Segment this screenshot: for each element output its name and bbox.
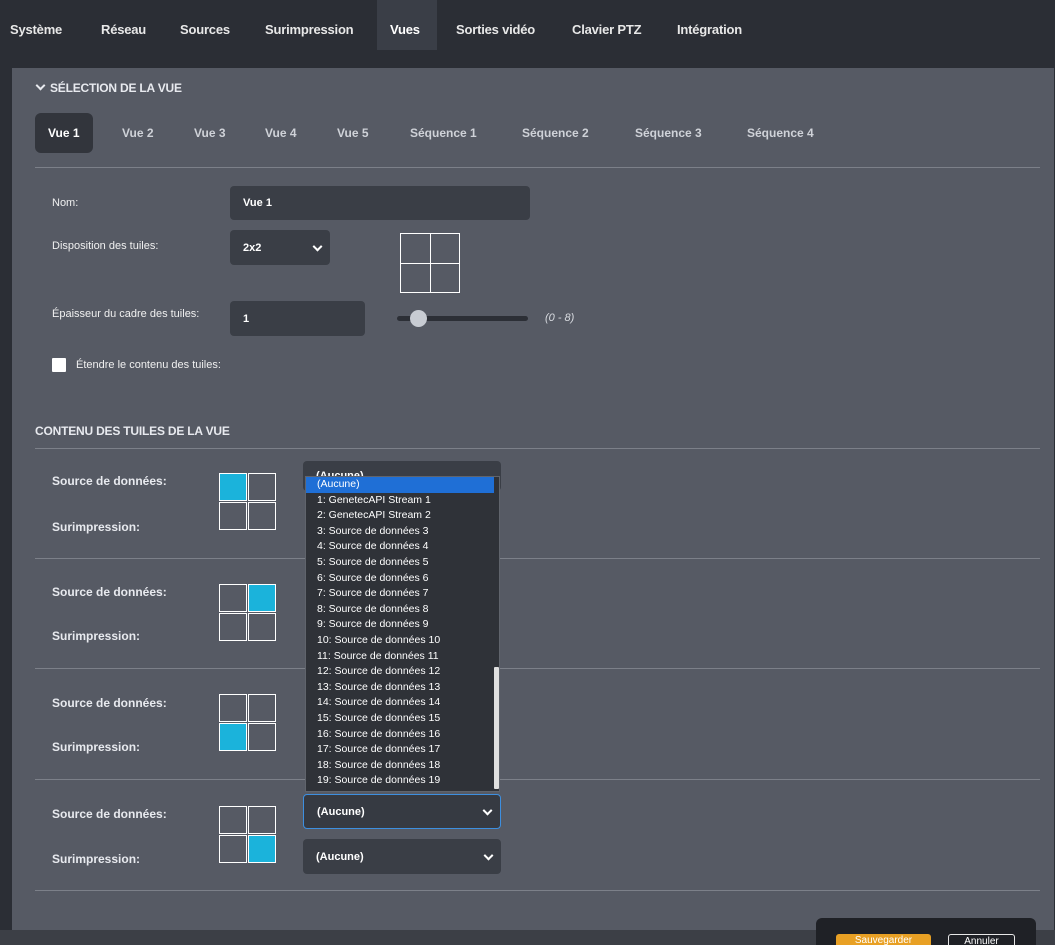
divider: [35, 779, 1040, 780]
view-tab-sequence-1[interactable]: Séquence 1: [410, 113, 477, 153]
top-navigation: Système Réseau Sources Surimpression Vue…: [0, 0, 1055, 50]
tab-clavier-ptz[interactable]: Clavier PTZ: [572, 0, 642, 50]
chevron-down-icon: [482, 805, 493, 816]
view-tab-sequence-2[interactable]: Séquence 2: [522, 113, 589, 153]
chevron-down-icon: [35, 80, 46, 91]
thickness-range: (0 - 8): [545, 312, 575, 324]
layout-select-value: 2x2: [243, 241, 262, 254]
view-tab-vue-1[interactable]: Vue 1: [35, 113, 93, 153]
dropdown-option[interactable]: 1: GenetecAPI Stream 1: [306, 493, 499, 509]
layout-preview: [400, 233, 460, 293]
chevron-down-icon: [312, 241, 323, 252]
overlay-label: Surimpression:: [52, 629, 141, 643]
name-input[interactable]: Vue 1: [230, 186, 530, 220]
tile-position-preview: [219, 694, 277, 752]
divider: [35, 668, 1040, 669]
source-label: Source de données:: [52, 474, 167, 488]
tab-vues[interactable]: Vues: [377, 0, 437, 50]
dropdown-option[interactable]: 8: Source de données 8: [306, 602, 499, 618]
thickness-label: Épaisseur du cadre des tuiles:: [52, 308, 200, 320]
dropdown-option[interactable]: 17: Source de données 17: [306, 742, 499, 758]
overlay-label: Surimpression:: [52, 852, 141, 866]
view-tab-vue-4[interactable]: Vue 4: [265, 113, 297, 153]
dropdown-option[interactable]: 19: Source de données 19: [306, 773, 499, 789]
tile-position-preview: [219, 806, 277, 864]
main-panel: [12, 68, 1054, 930]
dropdown-option[interactable]: 13: Source de données 13: [306, 680, 499, 696]
cancel-button[interactable]: Annuler: [948, 934, 1015, 945]
name-label: Nom:: [52, 197, 79, 209]
tab-systeme[interactable]: Système: [10, 0, 62, 50]
dropdown-option[interactable]: 6: Source de données 6: [306, 571, 499, 587]
source-label: Source de données:: [52, 696, 167, 710]
dropdown-option[interactable]: 15: Source de données 15: [306, 711, 499, 727]
layout-select[interactable]: 2x2: [230, 230, 330, 265]
tab-sources[interactable]: Sources: [180, 0, 230, 50]
view-tab-vue-2[interactable]: Vue 2: [122, 113, 154, 153]
tile-content-heading: CONTENU DES TUILES DE LA VUE: [35, 424, 230, 438]
tab-surimpression[interactable]: Surimpression: [265, 0, 354, 50]
thickness-input[interactable]: 1: [230, 301, 365, 336]
source-dropdown-list[interactable]: (Aucune) 1: GenetecAPI Stream 1 2: Genet…: [305, 476, 500, 792]
dropdown-option[interactable]: 3: Source de données 3: [306, 524, 499, 540]
overlay-label: Surimpression:: [52, 740, 141, 754]
layout-label: Disposition des tuiles:: [52, 240, 159, 252]
chevron-down-icon: [483, 850, 494, 861]
dropdown-option[interactable]: 14: Source de données 14: [306, 695, 499, 711]
tile-position-preview: [219, 584, 277, 642]
source-label: Source de données:: [52, 807, 167, 821]
view-tab-sequence-4[interactable]: Séquence 4: [747, 113, 814, 153]
dropdown-option[interactable]: 4: Source de données 4: [306, 539, 499, 555]
dropdown-option[interactable]: 10: Source de données 10: [306, 633, 499, 649]
tile-position-preview: [219, 473, 277, 531]
thickness-slider-handle[interactable]: [410, 310, 427, 327]
tab-integration[interactable]: Intégration: [677, 0, 742, 50]
save-button[interactable]: Sauvegarder: [836, 934, 931, 945]
dropdown-option[interactable]: 2: GenetecAPI Stream 2: [306, 508, 499, 524]
dropdown-option[interactable]: 11: Source de données 11: [306, 649, 499, 665]
dropdown-option[interactable]: 7: Source de données 7: [306, 586, 499, 602]
dropdown-option[interactable]: (Aucune): [306, 477, 499, 493]
view-tab-vue-5[interactable]: Vue 5: [337, 113, 369, 153]
stretch-checkbox[interactable]: [52, 358, 66, 372]
stretch-label: Étendre le contenu des tuiles:: [76, 359, 221, 371]
tab-sorties-video[interactable]: Sorties vidéo: [456, 0, 535, 50]
scrollbar-thumb[interactable]: [494, 667, 499, 789]
overlay-label: Surimpression:: [52, 520, 141, 534]
dropdown-option[interactable]: 9: Source de données 9: [306, 617, 499, 633]
source-select[interactable]: (Aucune): [303, 794, 501, 829]
overlay-select[interactable]: (Aucune): [303, 839, 501, 874]
dropdown-option[interactable]: 5: Source de données 5: [306, 555, 499, 571]
divider: [35, 448, 1040, 449]
divider: [35, 890, 1040, 891]
view-selection-heading[interactable]: SÉLECTION DE LA VUE: [35, 80, 182, 95]
source-label: Source de données:: [52, 585, 167, 599]
dropdown-option[interactable]: 16: Source de données 16: [306, 727, 499, 743]
divider: [35, 167, 1040, 168]
divider: [35, 558, 1040, 559]
view-tab-sequence-3[interactable]: Séquence 3: [635, 113, 702, 153]
view-tab-vue-3[interactable]: Vue 3: [194, 113, 226, 153]
dropdown-option[interactable]: 12: Source de données 12: [306, 664, 499, 680]
dropdown-option[interactable]: 18: Source de données 18: [306, 758, 499, 774]
tab-reseau[interactable]: Réseau: [101, 0, 146, 50]
